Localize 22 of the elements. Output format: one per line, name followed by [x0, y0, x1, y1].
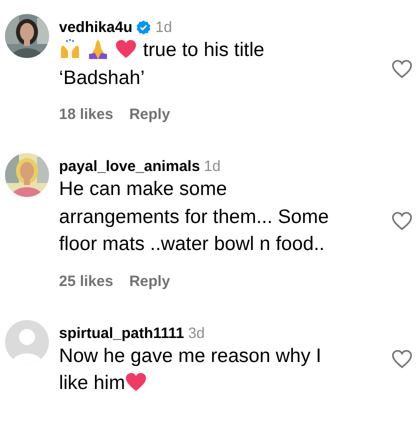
comment-text: true to his title	[143, 39, 264, 61]
like-button[interactable]	[391, 348, 413, 368]
like-count[interactable]: 25 likes	[59, 272, 114, 290]
heart-icon	[125, 371, 148, 393]
comment-text: ‘Badshah’	[59, 66, 145, 88]
comment-age: 1d	[155, 19, 172, 36]
username[interactable]: payal_love_animals	[59, 158, 200, 175]
folded-hands-icon	[87, 38, 109, 60]
like-button[interactable]	[391, 211, 413, 232]
comment-age: 3d	[188, 324, 205, 342]
username[interactable]: vedhika4u	[59, 19, 132, 36]
comment-text: like him	[59, 372, 126, 394]
comment-text: Now he gave me reason why I	[59, 344, 322, 366]
like-count[interactable]: 18 likes	[59, 106, 114, 123]
heart-icon	[115, 38, 137, 60]
comment-text: He can make some arrangements for them... Some floor mats ..water bowl n food..	[59, 178, 329, 255]
comment-age: 1d	[204, 158, 221, 175]
reply-button[interactable]: Reply	[129, 106, 170, 123]
raised-hands-icon	[59, 38, 81, 60]
username[interactable]: spirtual_path1111	[59, 324, 184, 342]
reply-button[interactable]: Reply	[129, 272, 170, 290]
like-button[interactable]	[391, 58, 413, 78]
